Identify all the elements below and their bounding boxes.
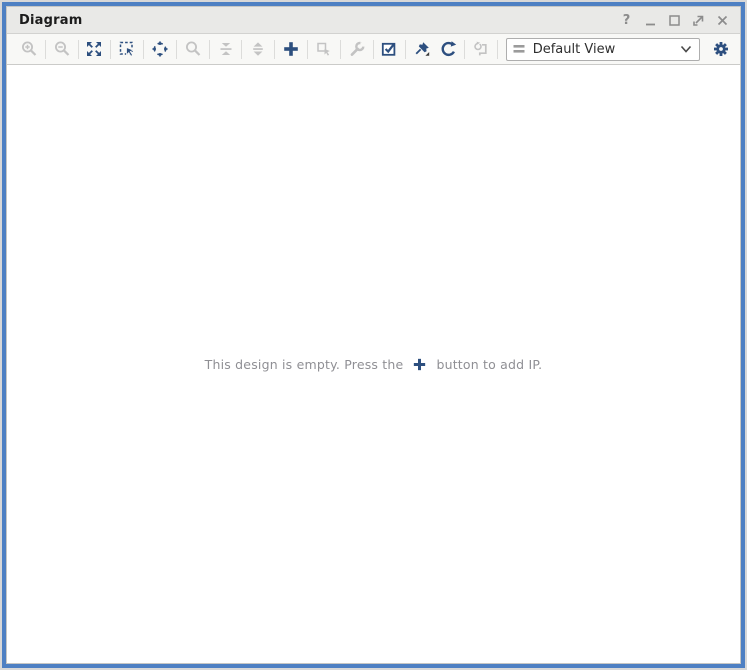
collapse-icon [217, 40, 235, 58]
wrench-icon [348, 40, 366, 58]
zoom-fit-icon [85, 40, 103, 58]
search-button[interactable] [180, 37, 206, 61]
make-external-button[interactable] [311, 37, 337, 61]
layers-icon [513, 42, 526, 56]
view-selector[interactable]: Default View [506, 38, 700, 61]
window-title: Diagram [19, 13, 82, 28]
toolbar-separator [241, 40, 242, 59]
auto-fit-selection-button[interactable] [147, 37, 173, 61]
add-ip-button[interactable] [278, 37, 304, 61]
zoom-in-icon [20, 40, 38, 58]
toolbar-separator [497, 40, 498, 59]
toolbar-separator [307, 40, 308, 59]
zoom-in-button[interactable] [16, 37, 42, 61]
plus-icon [412, 357, 427, 372]
external-cursor-icon [315, 40, 333, 58]
pin-button[interactable] [409, 37, 435, 61]
toolbar-separator [373, 40, 374, 59]
routing-icon [472, 40, 490, 58]
help-button[interactable]: ? [619, 13, 634, 28]
toolbar-separator [464, 40, 465, 59]
toolbar-separator [209, 40, 210, 59]
window-focus-frame: Diagram ? [2, 2, 745, 668]
empty-design-message: This design is empty. Press the button t… [205, 357, 543, 372]
titlebar-controls: ? [619, 13, 730, 28]
maximize-button[interactable] [667, 13, 682, 28]
toolbar-separator [110, 40, 111, 59]
maximize-icon [668, 14, 681, 27]
zoom-fit-button[interactable] [82, 37, 108, 61]
plus-icon [282, 40, 300, 58]
toolbar-separator [78, 40, 79, 59]
toolbar-separator [274, 40, 275, 59]
zoom-to-selection-button[interactable] [114, 37, 140, 61]
toolbar-separator [405, 40, 406, 59]
chevron-down-icon [680, 45, 692, 54]
target-icon [151, 40, 169, 58]
empty-message-prefix: This design is empty. Press the [205, 357, 404, 372]
zoom-out-icon [53, 40, 71, 58]
refresh-button[interactable] [435, 37, 461, 61]
validate-design-button[interactable] [377, 37, 403, 61]
titlebar: Diagram ? [7, 7, 740, 34]
pushpin-icon [413, 40, 431, 58]
toolbar-separator [176, 40, 177, 59]
settings-button[interactable] [708, 37, 734, 61]
gear-icon [712, 40, 730, 58]
toolbar-separator [143, 40, 144, 59]
validate-check-icon [380, 40, 398, 58]
view-selector-value: Default View [533, 42, 680, 57]
float-icon [692, 14, 705, 27]
diagram-toolbar: Default View [7, 34, 740, 65]
collapse-button[interactable] [213, 37, 239, 61]
close-icon [716, 14, 729, 27]
empty-message-suffix: button to add IP. [436, 357, 542, 372]
expand-icon [249, 40, 267, 58]
refresh-icon [439, 40, 457, 58]
routing-button[interactable] [468, 37, 494, 61]
toolbar-separator [340, 40, 341, 59]
float-button[interactable] [691, 13, 706, 28]
diagram-window: Diagram ? [6, 6, 741, 664]
zoom-out-button[interactable] [49, 37, 75, 61]
customize-button[interactable] [344, 37, 370, 61]
zoom-selection-icon [118, 40, 136, 58]
close-button[interactable] [715, 13, 730, 28]
toolbar-separator [45, 40, 46, 59]
window-outer-edge: Diagram ? [0, 0, 747, 670]
minimize-icon [644, 14, 657, 27]
question-icon: ? [623, 14, 631, 27]
diagram-canvas[interactable]: This design is empty. Press the button t… [7, 65, 740, 663]
minimize-button[interactable] [643, 13, 658, 28]
expand-button[interactable] [245, 37, 271, 61]
search-icon [184, 40, 202, 58]
